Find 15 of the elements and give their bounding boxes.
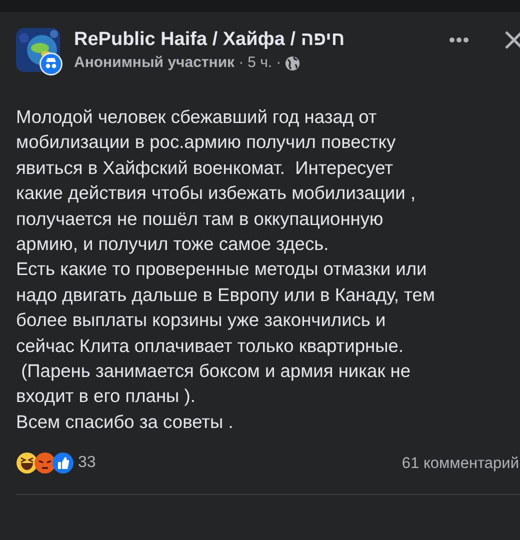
post-time[interactable]: 5 ч. <box>248 52 272 74</box>
group-name[interactable]: RePublic Haifa / Хайфа / חיפה <box>74 28 440 52</box>
close-icon[interactable] <box>504 30 520 50</box>
laughing-face-icon[interactable] <box>16 452 38 474</box>
globe-icon <box>285 56 300 70</box>
post-text: Молодой человек сбежавший год назад от мобилизации в рос.армию получил повестку явиться в Хайфский военкомат. Интересует какие действия чтобы избежать мобилизации , получается не пошёл там в оккупационную армию, и получил тоже самое здесь. Есть какие то проверенные методы отмазки или надо двигать дальше в Европу или в Канаду, тем более выплаты корзины уже закончились и сейчас Клита оплачивает только квартирные. (Парень занимается боксом и армия никак не входит в его планы ). Всем спасибо за советы . <box>15 105 436 434</box>
author-name[interactable]: Анонимный участник <box>74 52 235 74</box>
comment-count[interactable]: 61 комментарий <box>402 452 519 475</box>
reaction-count[interactable]: 33 <box>78 451 96 476</box>
thumbs-up-icon[interactable] <box>52 452 74 474</box>
separator-dot: · <box>238 53 244 73</box>
more-icon[interactable] <box>448 36 470 44</box>
angry-face-icon[interactable] <box>34 452 56 474</box>
anonymous-icon <box>39 52 63 76</box>
separator-dot: · <box>276 53 282 73</box>
